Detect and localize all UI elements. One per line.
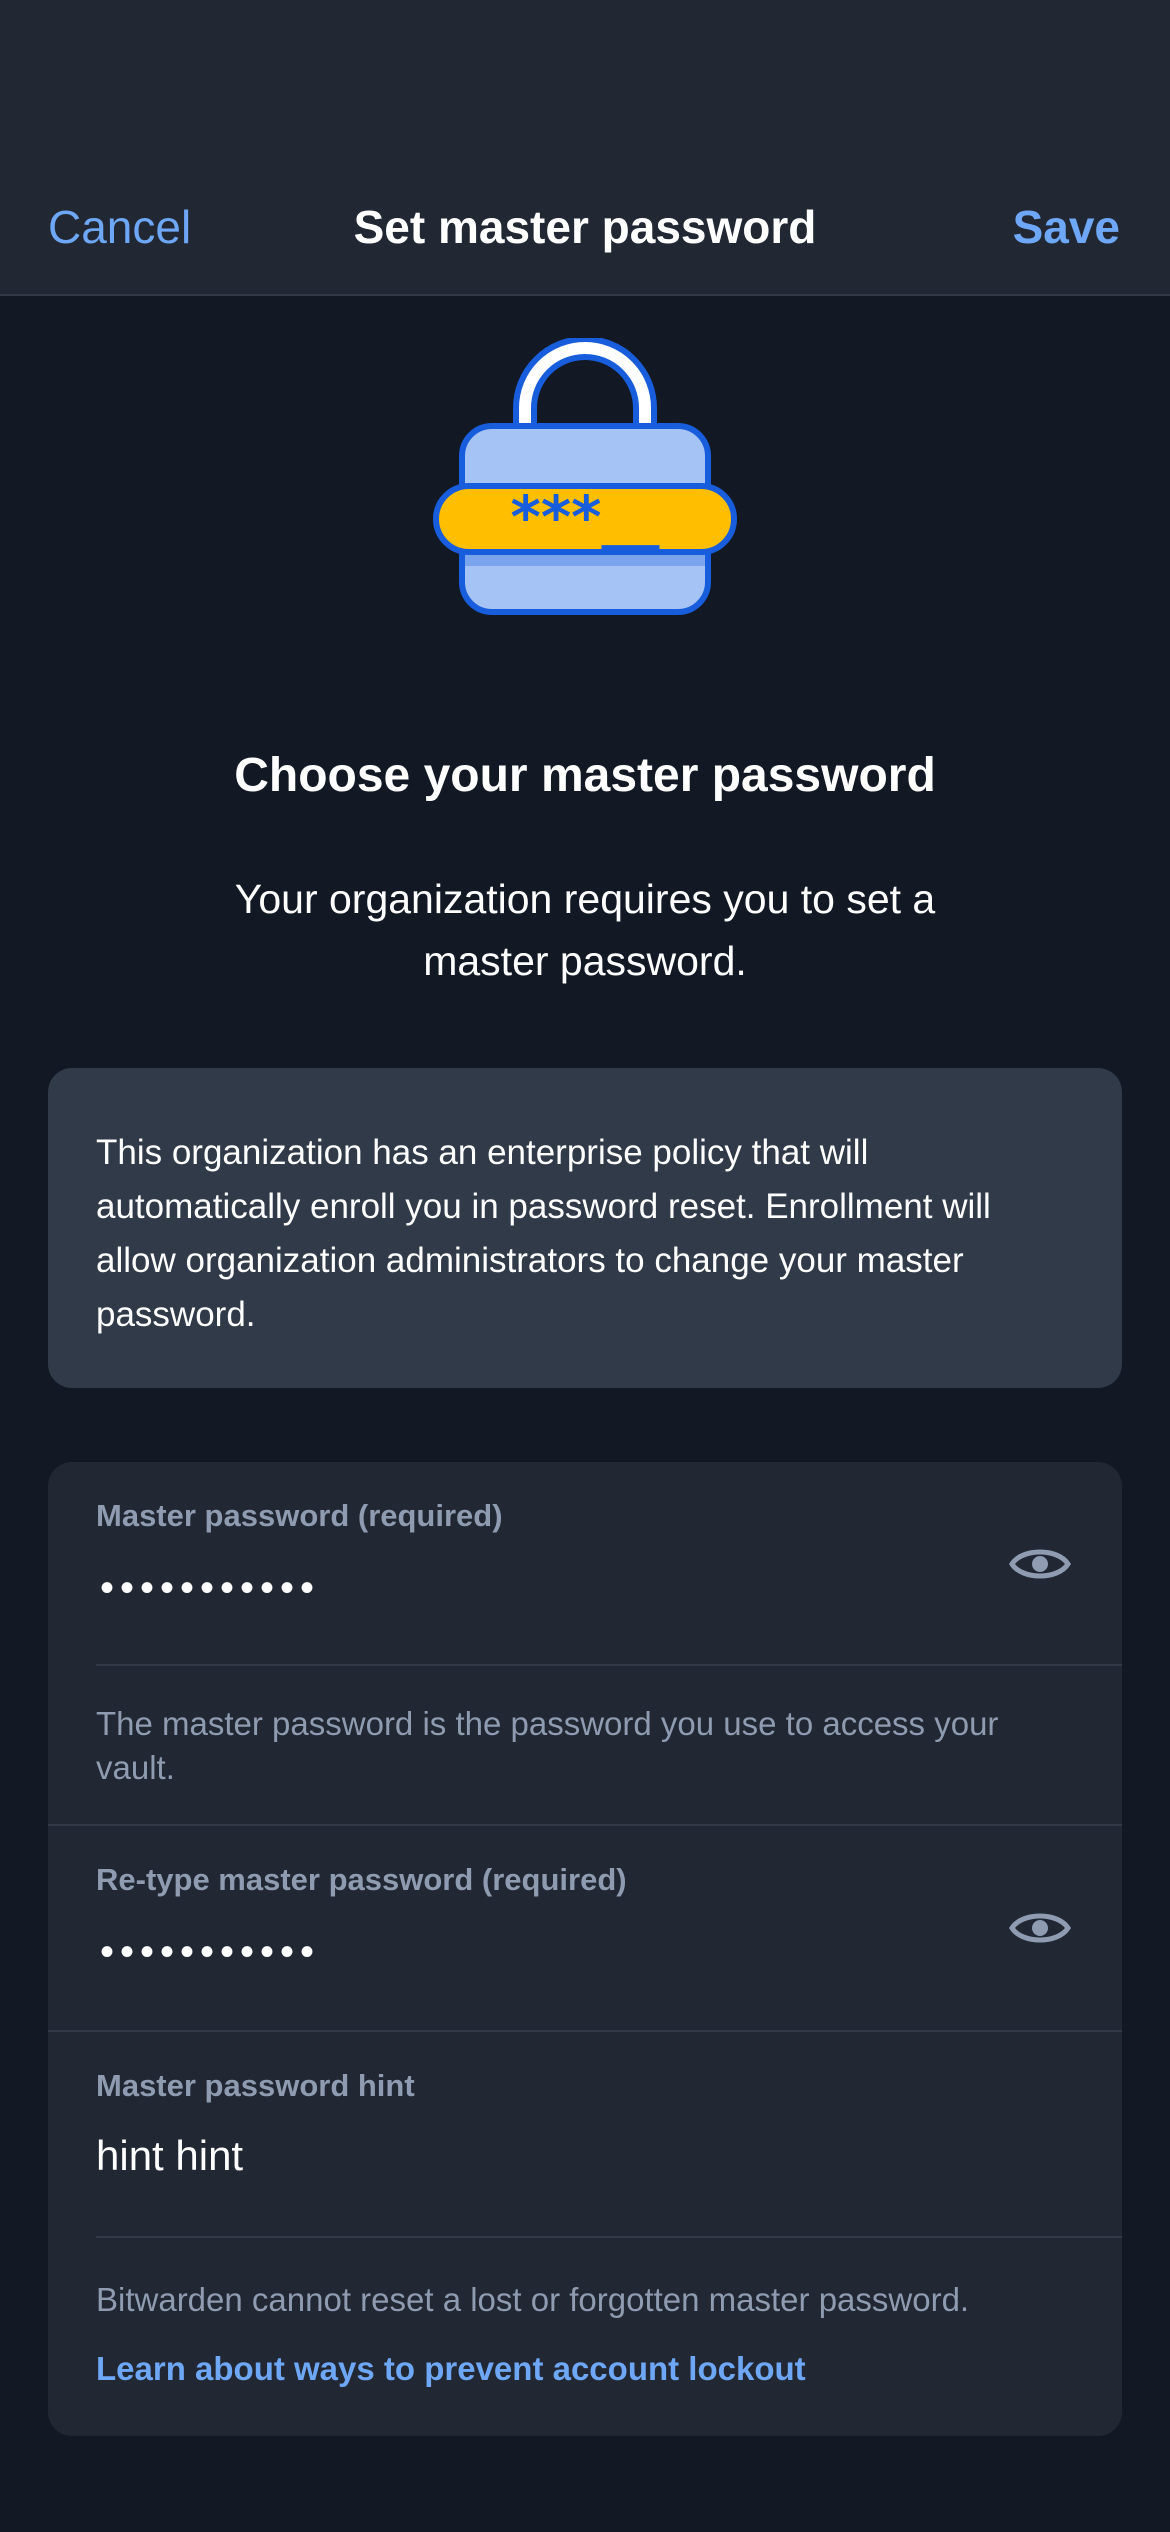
footer-warning-text: Bitwarden cannot reset a lost or forgott… <box>96 2281 970 2318</box>
page-title: Set master password <box>353 201 817 253</box>
retype-password-label: Re-type master password (required) <box>96 1862 627 1897</box>
navigation-bar: Cancel Set master password Save <box>0 0 1170 296</box>
master-password-label: Master password (required) <box>96 1498 503 1533</box>
lock-password-text: ***__ <box>511 483 660 551</box>
password-form-card: Master password (required) ••••••••••• T… <box>48 1462 1122 2436</box>
hint-input[interactable]: hint hint <box>96 2132 243 2180</box>
eye-icon[interactable] <box>1008 1906 1072 1950</box>
divider <box>48 2030 1122 2032</box>
master-password-input[interactable]: ••••••••••• <box>100 1566 320 1611</box>
lock-password-icon: ***__ <box>433 338 737 615</box>
prevent-lockout-link[interactable]: Learn about ways to prevent account lock… <box>96 2350 806 2388</box>
retype-password-input[interactable]: ••••••••••• <box>100 1930 320 1975</box>
eye-icon[interactable] <box>1008 1542 1072 1586</box>
section-heading: Choose your master password <box>234 749 936 802</box>
save-button[interactable]: Save <box>1013 200 1120 254</box>
policy-notice: This organization has an enterprise poli… <box>48 1068 1122 1388</box>
divider <box>48 1824 1122 1826</box>
section-subheading: Your organization requires you to set a … <box>234 876 936 984</box>
divider <box>96 2236 1122 2238</box>
master-password-helper: The master password is the password you … <box>96 1705 999 1786</box>
hint-label: Master password hint <box>96 2068 415 2103</box>
divider <box>96 1664 1122 1666</box>
policy-notice-text: This organization has an enterprise poli… <box>96 1133 991 1334</box>
